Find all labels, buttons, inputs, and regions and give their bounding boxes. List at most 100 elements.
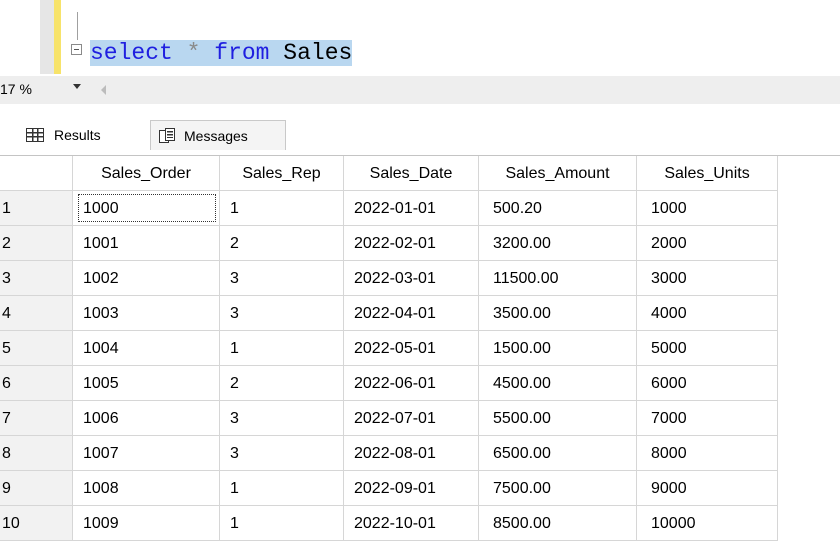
change-marker bbox=[54, 0, 61, 74]
grid-cell[interactable]: 7500.00 bbox=[479, 471, 637, 506]
tab-messages[interactable]: Messages bbox=[150, 120, 286, 150]
column-header[interactable]: Sales_Date bbox=[344, 156, 479, 191]
row-number[interactable]: 5 bbox=[0, 331, 73, 366]
table-row[interactable]: 9 1008 1 2022-09-01 7500.00 9000 bbox=[0, 471, 778, 506]
operator-star: * bbox=[186, 40, 201, 66]
table-row[interactable]: 10 1009 1 2022-10-01 8500.00 10000 bbox=[0, 506, 778, 541]
table-row[interactable]: 4 1003 3 2022-04-01 3500.00 4000 bbox=[0, 296, 778, 331]
table-row[interactable]: 6 1005 2 2022-06-01 4500.00 6000 bbox=[0, 366, 778, 401]
grid-cell[interactable]: 3 bbox=[220, 261, 344, 296]
grid-cell[interactable]: 3 bbox=[220, 401, 344, 436]
tab-results-label: Results bbox=[54, 127, 101, 143]
grid-cell[interactable]: 1009 bbox=[73, 506, 220, 541]
outline-guide-line bbox=[77, 12, 78, 40]
grid-cell[interactable]: 3500.00 bbox=[479, 296, 637, 331]
grid-cell[interactable]: 1003 bbox=[73, 296, 220, 331]
grid-cell[interactable]: 7000 bbox=[637, 401, 778, 436]
row-number[interactable]: 9 bbox=[0, 471, 73, 506]
table-row[interactable]: 5 1004 1 2022-05-01 1500.00 5000 bbox=[0, 331, 778, 366]
grid-cell[interactable]: 4000 bbox=[637, 296, 778, 331]
grid-cell[interactable]: 8500.00 bbox=[479, 506, 637, 541]
grid-cell[interactable]: 8000 bbox=[637, 436, 778, 471]
table-row[interactable]: 2 1001 2 2022-02-01 3200.00 2000 bbox=[0, 226, 778, 261]
grid-cell[interactable]: 5000 bbox=[637, 331, 778, 366]
grid-cell[interactable]: 1000 bbox=[73, 191, 220, 226]
grid-cell[interactable]: 1 bbox=[220, 471, 344, 506]
table-row[interactable]: 8 1007 3 2022-08-01 6500.00 8000 bbox=[0, 436, 778, 471]
tab-messages-label: Messages bbox=[184, 127, 248, 144]
grid-body: 1 1000 1 2022-01-01 500.20 1000 2 1001 2 2022-02-… bbox=[0, 191, 778, 541]
grid-cell[interactable]: 6500.00 bbox=[479, 436, 637, 471]
grid-cell[interactable]: 1000 bbox=[637, 191, 778, 226]
grid-cell[interactable]: 1 bbox=[220, 331, 344, 366]
grid-cell[interactable]: 10000 bbox=[637, 506, 778, 541]
query-text[interactable]: select * from Sales bbox=[90, 40, 353, 68]
results-grid[interactable]: Sales_Order Sales_Rep Sales_Date Sales_A… bbox=[0, 156, 778, 541]
grid-icon bbox=[26, 128, 44, 142]
tab-results[interactable]: Results bbox=[18, 120, 142, 150]
grid-cell[interactable]: 1 bbox=[220, 506, 344, 541]
grid-cell[interactable]: 1006 bbox=[73, 401, 220, 436]
grid-corner[interactable] bbox=[0, 156, 73, 191]
grid-cell[interactable]: 4500.00 bbox=[479, 366, 637, 401]
row-number[interactable]: 1 bbox=[0, 191, 73, 226]
grid-cell[interactable]: 2022-05-01 bbox=[344, 331, 479, 366]
row-number[interactable]: 4 bbox=[0, 296, 73, 331]
row-number[interactable]: 8 bbox=[0, 436, 73, 471]
grid-cell[interactable]: 3200.00 bbox=[479, 226, 637, 261]
grid-cell[interactable]: 2022-06-01 bbox=[344, 366, 479, 401]
row-number[interactable]: 6 bbox=[0, 366, 73, 401]
grid-cell[interactable]: 3 bbox=[220, 436, 344, 471]
grid-cell[interactable]: 2022-09-01 bbox=[344, 471, 479, 506]
messages-icon bbox=[159, 127, 175, 144]
grid-cell[interactable]: 1001 bbox=[73, 226, 220, 261]
table-row[interactable]: 3 1002 3 2022-03-01 11500.00 3000 bbox=[0, 261, 778, 296]
grid-cell[interactable]: 2022-10-01 bbox=[344, 506, 479, 541]
column-header[interactable]: Sales_Rep bbox=[220, 156, 344, 191]
grid-cell[interactable]: 1005 bbox=[73, 366, 220, 401]
row-number[interactable]: 10 bbox=[0, 506, 73, 541]
grid-cell[interactable]: 2 bbox=[220, 226, 344, 261]
table-row[interactable]: 7 1006 3 2022-07-01 5500.00 7000 bbox=[0, 401, 778, 436]
grid-cell[interactable]: 11500.00 bbox=[479, 261, 637, 296]
results-tabs: Results Messages bbox=[0, 104, 840, 156]
grid-cell[interactable]: 2 bbox=[220, 366, 344, 401]
keyword-from: from bbox=[214, 40, 270, 66]
grid-cell[interactable]: 5500.00 bbox=[479, 401, 637, 436]
grid-cell[interactable]: 1007 bbox=[73, 436, 220, 471]
query-editor[interactable]: select * from Sales bbox=[0, 0, 840, 74]
grid-cell[interactable]: 3000 bbox=[637, 261, 778, 296]
query-selection: select * from Sales bbox=[90, 40, 353, 66]
grid-cell[interactable]: 2022-03-01 bbox=[344, 261, 479, 296]
grid-cell[interactable]: 2022-04-01 bbox=[344, 296, 479, 331]
scroll-left-arrow-icon[interactable] bbox=[101, 85, 106, 95]
zoom-level[interactable]: 17 % bbox=[0, 81, 32, 97]
grid-cell[interactable]: 1004 bbox=[73, 331, 220, 366]
zoom-bar: 17 % bbox=[0, 76, 840, 104]
keyword-select: select bbox=[90, 40, 173, 66]
grid-cell[interactable]: 2000 bbox=[637, 226, 778, 261]
row-number[interactable]: 2 bbox=[0, 226, 73, 261]
chevron-down-icon[interactable] bbox=[73, 84, 81, 89]
grid-cell[interactable]: 1 bbox=[220, 191, 344, 226]
grid-cell[interactable]: 2022-07-01 bbox=[344, 401, 479, 436]
collapse-icon[interactable] bbox=[71, 44, 82, 55]
grid-cell[interactable]: 500.20 bbox=[479, 191, 637, 226]
table-row[interactable]: 1 1000 1 2022-01-01 500.20 1000 bbox=[0, 191, 778, 226]
column-header[interactable]: Sales_Units bbox=[637, 156, 778, 191]
grid-cell[interactable]: 2022-02-01 bbox=[344, 226, 479, 261]
grid-header-row: Sales_Order Sales_Rep Sales_Date Sales_A… bbox=[0, 156, 778, 191]
table-identifier: Sales bbox=[283, 40, 353, 66]
row-number[interactable]: 7 bbox=[0, 401, 73, 436]
grid-cell[interactable]: 3 bbox=[220, 296, 344, 331]
grid-cell[interactable]: 2022-01-01 bbox=[344, 191, 479, 226]
grid-cell[interactable]: 1008 bbox=[73, 471, 220, 506]
grid-cell[interactable]: 1500.00 bbox=[479, 331, 637, 366]
grid-cell[interactable]: 9000 bbox=[637, 471, 778, 506]
column-header[interactable]: Sales_Order bbox=[73, 156, 220, 191]
grid-cell[interactable]: 1002 bbox=[73, 261, 220, 296]
column-header[interactable]: Sales_Amount bbox=[479, 156, 637, 191]
grid-cell[interactable]: 6000 bbox=[637, 366, 778, 401]
row-number[interactable]: 3 bbox=[0, 261, 73, 296]
grid-cell[interactable]: 2022-08-01 bbox=[344, 436, 479, 471]
